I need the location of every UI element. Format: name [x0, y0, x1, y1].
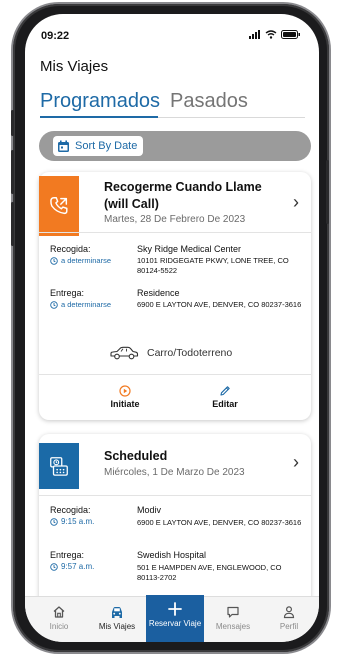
nav-label: Inicio — [49, 622, 69, 631]
dropoff-time-text: 9:57 a.m. — [61, 562, 95, 571]
clock-icon — [50, 256, 58, 265]
dropoff-address: 501 E HAMPDEN AVE, ENGLEWOOD, CO 80113-2… — [137, 563, 282, 582]
pickup-address: 10101 RIDGEGATE PKWY, LONE TREE, CO 8012… — [137, 256, 289, 275]
trip-status-badge — [39, 176, 79, 236]
phone-volume-down — [11, 202, 14, 246]
pickup-time: a determinarse — [50, 256, 111, 265]
dropoff-label: Entrega: — [50, 550, 85, 560]
phone-power-button — [326, 160, 329, 224]
dropoff-location-name: Swedish Hospital — [137, 550, 207, 560]
vehicle-type: Carro/Todoterreno — [109, 346, 232, 360]
pickup-time: 9:15 a.m. — [50, 517, 94, 526]
trip-title: Recogerme Cuando Llame — [104, 180, 262, 194]
pickup-location-name: Sky Ridge Medical Center — [137, 244, 242, 254]
pickup-time-text: a determinarse — [61, 256, 112, 265]
status-time: 09:22 — [41, 30, 70, 42]
nav-inicio[interactable]: Inicio — [31, 605, 87, 631]
dropoff-label: Entrega: — [50, 288, 85, 298]
trip-date: Martes, 28 De Febrero De 2023 — [104, 214, 246, 225]
phone-callback-icon — [50, 197, 68, 215]
nav-mis-viajes[interactable]: Mis Viajes — [89, 605, 145, 631]
pencil-icon — [220, 386, 230, 396]
trip-card-will-call[interactable]: Recogerme Cuando Llame (will Call) Marte… — [39, 172, 311, 420]
home-icon — [53, 606, 65, 618]
card-divider — [39, 374, 311, 375]
phone-volume-up — [11, 150, 14, 194]
calendar-icon — [58, 140, 69, 152]
car-icon — [110, 346, 139, 360]
person-icon — [283, 606, 295, 619]
scheduled-calendar-icon — [50, 457, 68, 476]
sort-by-date-button[interactable]: Sort By Date — [53, 136, 144, 156]
plus-icon — [168, 602, 182, 616]
status-icons — [249, 30, 301, 39]
nav-label: Mis Viajes — [98, 622, 136, 631]
tab-pasados[interactable]: Pasados — [170, 90, 248, 113]
edit-label: Editar — [212, 399, 238, 409]
trip-date: Miércoles, 1 De Marzo De 2023 — [104, 467, 245, 478]
trip-tabs: Programados Pasados — [40, 84, 305, 118]
dropoff-time-text: a determinarse — [61, 300, 112, 309]
trip-card-scheduled[interactable]: Scheduled Miércoles, 1 De Marzo De 2023 … — [39, 434, 311, 614]
status-bar: 09:22 — [25, 14, 319, 50]
page-title: Mis Viajes — [40, 58, 109, 75]
pickup-time-text: 9:15 a.m. — [61, 517, 95, 526]
initiate-label: Initiate — [110, 399, 140, 409]
wifi-icon — [265, 30, 277, 39]
nav-label: Perfil — [279, 622, 299, 631]
sort-label: Sort By Date — [75, 140, 138, 152]
edit-button[interactable]: Editar — [195, 385, 255, 409]
pickup-label: Recogida: — [50, 505, 91, 515]
trip-status-badge — [39, 443, 79, 489]
initiate-button[interactable]: Initiate — [95, 385, 155, 409]
tab-programados[interactable]: Programados — [40, 90, 160, 113]
message-icon — [227, 606, 239, 618]
trip-title: Scheduled — [104, 449, 168, 463]
filter-bar: Sort By Date — [39, 131, 311, 161]
nav-label: Reservar Viaje — [148, 619, 202, 628]
pickup-address: 6900 E LAYTON AVE, DENVER, CO 80237-3616 — [137, 518, 302, 527]
chevron-right-icon[interactable]: › — [293, 192, 299, 213]
nav-reservar-viaje-button[interactable]: Reservar Viaje — [146, 595, 204, 642]
bottom-nav: Inicio Mis Viajes Reservar Viaje Mensaje… — [25, 595, 319, 642]
nav-perfil[interactable]: Perfil — [261, 605, 317, 631]
dropoff-time: a determinarse — [50, 300, 111, 309]
clock-icon — [50, 517, 58, 526]
pickup-label: Recogida: — [50, 244, 91, 254]
chevron-right-icon[interactable]: › — [293, 452, 299, 473]
nav-mensajes[interactable]: Mensajes — [205, 605, 261, 631]
clock-icon — [50, 300, 58, 309]
app-screen: 09:22 Mis Viajes Programados Pasados Sor… — [25, 14, 319, 642]
vehicle-label: Carro/Todoterreno — [147, 347, 233, 359]
battery-icon — [281, 30, 300, 39]
trip-title-line2: (will Call) — [104, 197, 159, 211]
phone-side-button — [11, 110, 14, 136]
card-divider — [39, 232, 311, 233]
signal-icon — [249, 30, 260, 39]
pickup-location-name: Modiv — [137, 505, 162, 515]
dropoff-location-name: Residence — [137, 288, 180, 298]
card-divider — [39, 495, 311, 496]
play-circle-icon — [119, 385, 131, 397]
nav-label: Mensajes — [215, 622, 251, 631]
dropoff-time: 9:57 a.m. — [50, 562, 94, 571]
dropoff-address: 6900 E LAYTON AVE, DENVER, CO 80237-3616 — [137, 300, 302, 309]
clock-icon — [50, 562, 58, 571]
car-icon — [112, 607, 122, 618]
active-tab-indicator — [40, 116, 158, 118]
